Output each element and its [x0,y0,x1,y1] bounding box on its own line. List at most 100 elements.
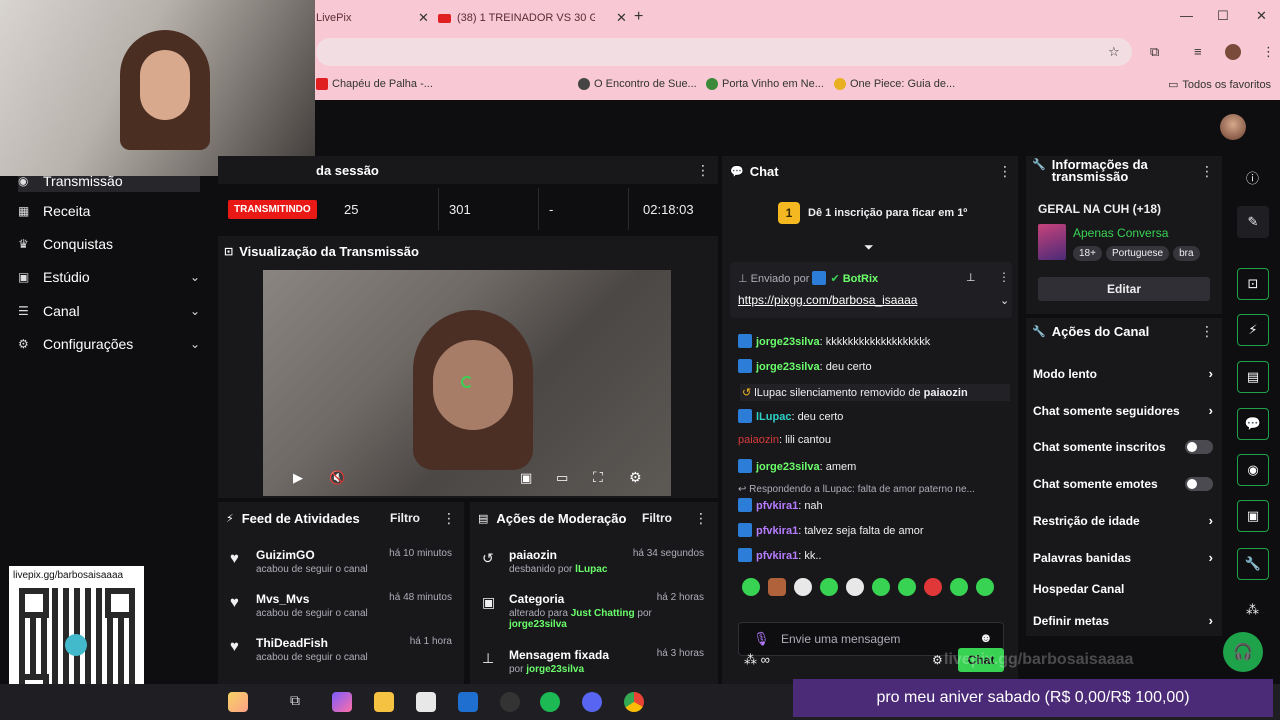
emote-icon[interactable] [820,578,838,596]
camera-icon[interactable]: ⊡ [1237,268,1269,300]
microphone-icon[interactable]: 🎙 [753,631,770,647]
extensions-icon[interactable]: ⧉ [1150,44,1159,60]
chat-icon[interactable]: 💬 [1237,408,1269,440]
pin-icon[interactable]: ⊥ [966,271,976,284]
folder-icon[interactable] [374,692,394,712]
moderation-filter-button[interactable]: Filtro [642,511,672,525]
support-headset-icon[interactable]: 🎧 [1223,632,1263,672]
kebab-icon[interactable]: ⋮ [696,162,710,179]
emotes-only-toggle[interactable] [1185,477,1213,491]
profile-avatar[interactable] [1225,44,1241,60]
menu-icon[interactable]: ⋮ [1262,44,1275,60]
points-icon[interactable]: ⁂ ∞ [744,652,770,668]
bolt-icon[interactable]: ⚡ [1237,314,1269,346]
maximize-icon[interactable]: ☐ [1217,8,1229,24]
task-view-icon[interactable]: ⧉ [290,692,310,712]
obs-icon[interactable] [500,692,520,712]
sidebar-item-receita[interactable]: ▦ Receita [18,203,200,219]
kebab-icon[interactable]: ⋮ [998,270,1010,284]
pinned-link[interactable]: https://pixgg.com/barbosa_isaaaa [738,293,917,307]
wrench-icon[interactable]: 🔧 [1237,548,1269,580]
bookmark-item[interactable]: One Piece: Guia de... [834,78,955,90]
copilot-icon[interactable] [228,692,248,712]
user-avatar[interactable] [1220,114,1246,140]
edit-pencil-icon[interactable]: ✎ [1237,206,1269,238]
emote-icon[interactable] [846,578,864,596]
discord-icon[interactable] [582,692,602,712]
outlook-icon[interactable] [458,692,478,712]
emote-icon[interactable] [950,578,968,596]
sidebar-item-conquistas[interactable]: ♛ Conquistas [18,236,200,252]
close-icon[interactable]: ✕ [418,10,429,26]
tab-livepix[interactable]: LivePix ✕ [316,6,429,30]
pip-icon[interactable]: ▣ [520,470,532,486]
theater-icon[interactable]: ▭ [556,470,568,486]
emote-icon[interactable] [872,578,890,596]
set-goals-row[interactable]: Definir metas › [1033,613,1213,628]
emote-icon[interactable] [794,578,812,596]
emote-icon[interactable] [768,578,786,596]
store-icon[interactable] [416,692,436,712]
bookmark-item[interactable]: Chapéu de Palha -... [316,78,433,90]
tag[interactable]: 18+ [1073,246,1102,261]
settings-icon[interactable]: ⚙ [932,653,943,667]
sidebar-item-configuracoes[interactable]: ⚙ Configurações ⌄ [18,336,200,352]
kebab-icon[interactable]: ⋮ [1200,323,1214,340]
emote-icon[interactable] [976,578,994,596]
sidebar-item-canal[interactable]: ☰ Canal ⌄ [18,303,200,319]
close-icon[interactable]: ✕ [616,10,627,26]
chrome-icon[interactable] [624,692,644,712]
kebab-icon[interactable]: ⋮ [998,163,1012,180]
info-icon[interactable]: ⓘ [1246,168,1259,187]
bookmark-icon [706,78,718,90]
followers-only-row[interactable]: Chat somente seguidores › [1033,403,1213,418]
broadcaster-badge-icon [738,409,752,423]
layout-icon[interactable]: ▣ [1237,500,1269,532]
channel-actions-header: 🔧 Ações do Canal [1032,324,1150,339]
kebab-icon[interactable]: ⋮ [1200,163,1214,180]
banned-words-row[interactable]: Palavras banidas › [1033,550,1213,565]
play-icon[interactable]: ▶ [293,470,303,486]
slow-mode-row[interactable]: Modo lento › [1033,366,1213,381]
address-input[interactable] [316,38,1132,66]
tag[interactable]: Portuguese [1105,246,1170,261]
bookmark-item[interactable]: O Encontro de Sue... [578,78,697,90]
app-icon[interactable] [332,692,352,712]
new-tab-icon[interactable]: + [634,8,643,26]
sub-goal-banner[interactable]: 1 Dê 1 inscrição para ficar em 1º [778,202,967,224]
trophy-icon: ♛ [18,237,29,251]
session-title: da sessão [316,163,379,178]
stream-preview-video[interactable]: ▶ 🔇 ▣ ▭ ⛶ ⚙ [263,270,671,496]
filter-icon[interactable]: ⏷ [864,240,874,255]
close-window-icon[interactable]: ✕ [1256,8,1267,24]
emote-icon[interactable] [924,578,942,596]
stream-category[interactable]: Apenas Conversa [1073,226,1168,240]
kebab-icon[interactable]: ⋮ [442,510,456,527]
sidebar-item-estudio[interactable]: ▣ Estúdio ⌄ [18,269,200,285]
tab-youtube[interactable]: (38) 1 TREINADOR VS 30 GORD ✕ [438,6,627,30]
emoji-icon[interactable]: ☻ [979,630,993,645]
all-bookmarks[interactable]: ▭ Todos os favoritos [1168,78,1271,92]
age-restriction-row[interactable]: Restrição de idade › [1033,513,1213,528]
star-icon[interactable]: ☆ [1108,44,1120,60]
minimize-icon[interactable]: — [1180,8,1193,23]
points-icon[interactable]: ⁂ [1246,602,1259,618]
spotify-icon[interactable] [540,692,560,712]
tag[interactable]: bra [1173,246,1200,261]
subscribers-only-toggle[interactable] [1185,440,1213,454]
media-icon[interactable]: ≡ [1194,44,1202,59]
kebab-icon[interactable]: ⋮ [694,510,708,527]
settings-icon[interactable]: ⚙ [629,469,642,486]
host-channel-row[interactable]: Hospedar Canal [1033,582,1213,596]
moderation-header: ▤ Ações de Moderação [478,511,627,526]
fullscreen-icon[interactable]: ⛶ [593,469,603,486]
mute-icon[interactable]: 🔇 [329,470,345,486]
chevron-down-icon[interactable]: ⌄ [1000,294,1009,307]
emote-icon[interactable] [898,578,916,596]
bookmark-item[interactable]: Porta Vinho em Ne... [706,78,824,90]
emote-icon[interactable] [742,578,760,596]
document-icon[interactable]: ▤ [1237,361,1269,393]
broadcast-icon[interactable]: ◉ [1237,454,1269,486]
edit-button[interactable]: Editar [1038,277,1210,301]
activity-filter-button[interactable]: Filtro [390,511,420,525]
